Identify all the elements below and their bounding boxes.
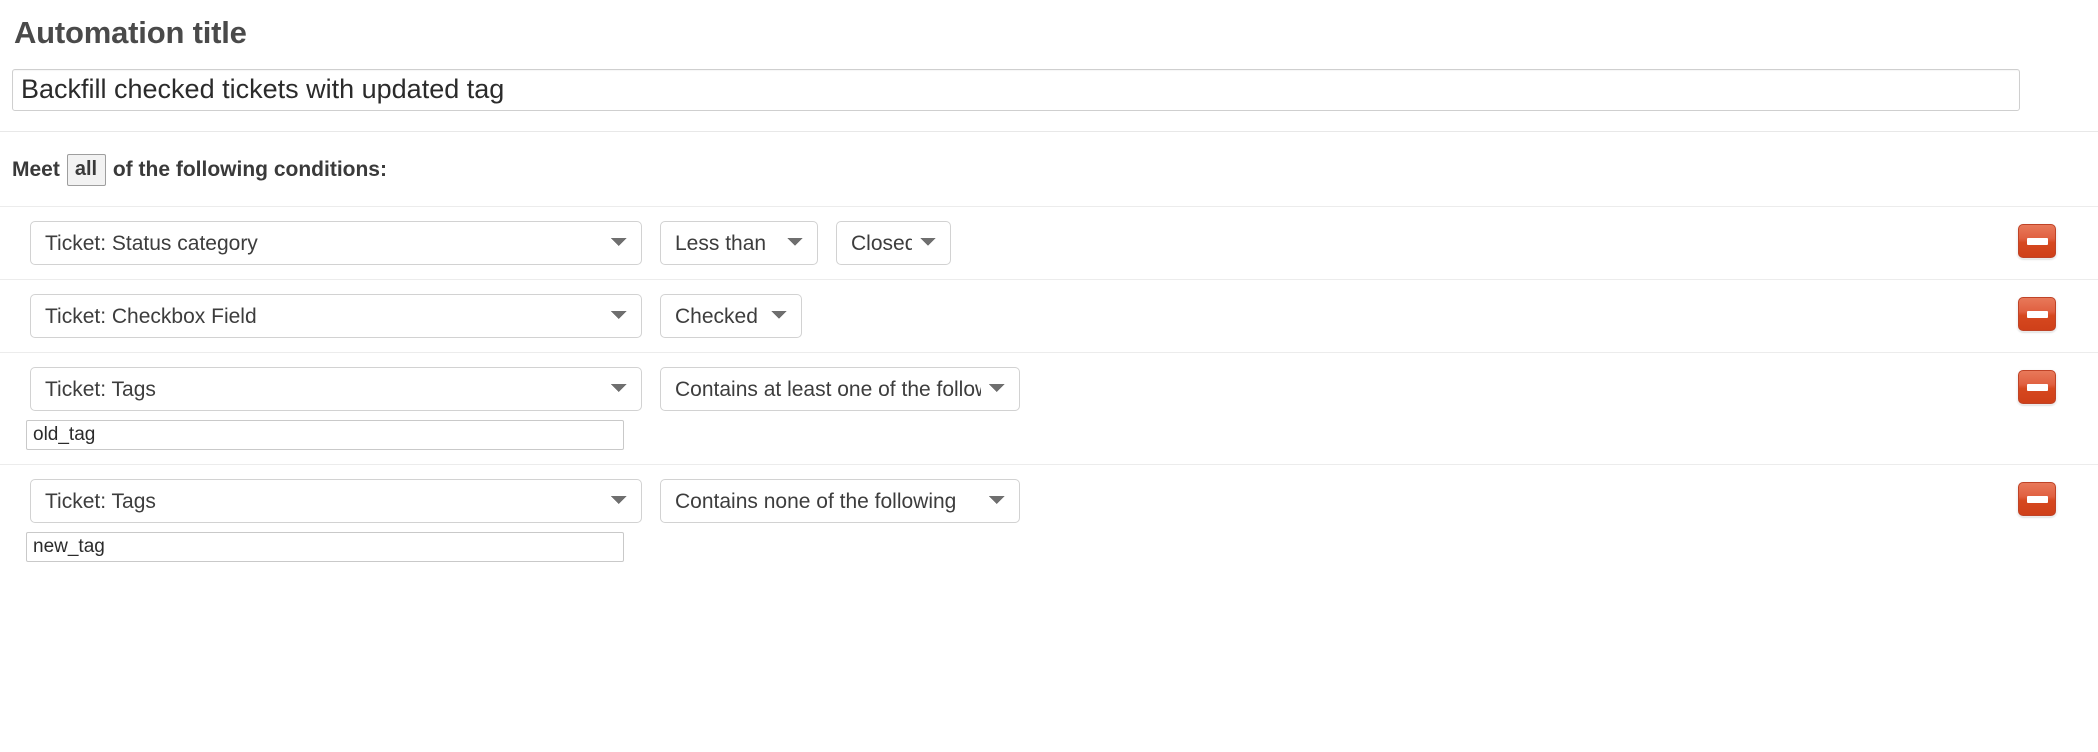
meet-suffix-label: of the following conditions: (113, 158, 387, 182)
minus-icon (2027, 238, 2048, 245)
condition-tag-input[interactable] (26, 420, 624, 450)
match-type-select[interactable]: all (67, 154, 106, 186)
conditions-header: Meet all of the following conditions: (0, 132, 2098, 206)
remove-condition-button[interactable] (2018, 370, 2056, 404)
condition-row-controls: Ticket: Checkbox Field Checked (0, 294, 2098, 338)
condition-operator-select[interactable]: Contains at least one of the following (660, 367, 1020, 411)
minus-icon (2027, 496, 2048, 503)
condition-operator-select[interactable]: Checked (660, 294, 802, 338)
condition-row-controls: Ticket: Tags Contains at least one of th… (0, 367, 2098, 411)
minus-icon (2027, 311, 2048, 318)
remove-condition-button[interactable] (2018, 482, 2056, 516)
minus-icon (2027, 384, 2048, 391)
condition-value-select[interactable]: Closed (836, 221, 951, 265)
automation-editor: Automation title Meet all of the followi… (0, 0, 2098, 752)
automation-title-input[interactable] (12, 69, 2020, 111)
condition-row: Ticket: Checkbox Field Checked (0, 279, 2098, 352)
condition-row-controls: Ticket: Status category Less than Closed (0, 221, 2098, 265)
condition-field-select[interactable]: Ticket: Status category (30, 221, 642, 265)
automation-title-section: Automation title (0, 0, 2098, 111)
page-title: Automation title (14, 14, 2086, 51)
remove-condition-button[interactable] (2018, 224, 2056, 258)
condition-operator-select[interactable]: Less than (660, 221, 818, 265)
condition-tag-input[interactable] (26, 532, 624, 562)
condition-row-controls: Ticket: Tags Contains none of the follow… (0, 479, 2098, 523)
remove-condition-button[interactable] (2018, 297, 2056, 331)
condition-field-select[interactable]: Ticket: Checkbox Field (30, 294, 642, 338)
condition-field-select[interactable]: Ticket: Tags (30, 367, 642, 411)
condition-row: Ticket: Status category Less than Closed (0, 206, 2098, 279)
condition-operator-select[interactable]: Contains none of the following (660, 479, 1020, 523)
meet-prefix-label: Meet (12, 158, 60, 182)
conditions-list: Ticket: Status category Less than Closed… (0, 206, 2098, 576)
condition-row: Ticket: Tags Contains at least one of th… (0, 352, 2098, 464)
condition-field-select[interactable]: Ticket: Tags (30, 479, 642, 523)
condition-row: Ticket: Tags Contains none of the follow… (0, 464, 2098, 576)
